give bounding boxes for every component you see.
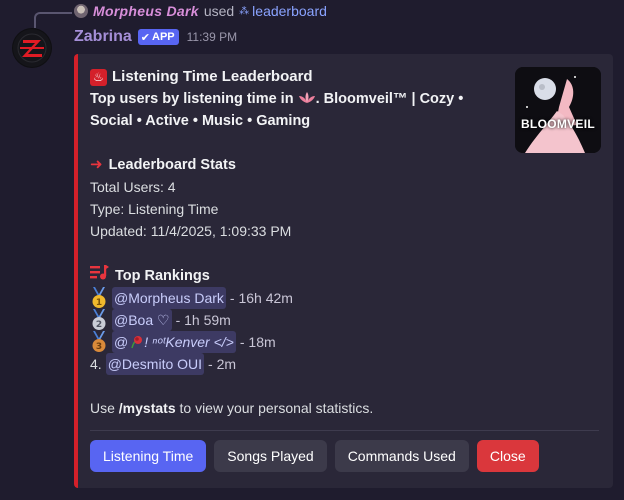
embed-title: ♨ Listening Time Leaderboard xyxy=(90,66,508,88)
embed-description: Top users by listening time in . Bloomve… xyxy=(90,88,508,132)
ranking-row-1: 1 @Morpheus Dark - 16h 42m xyxy=(90,287,508,309)
embed-divider xyxy=(90,430,599,431)
ranking-row-3: 3 @ ! ⁿᵒᵗKenver </> - 18m xyxy=(90,331,508,353)
music-list-icon xyxy=(90,264,109,287)
app-badge-label: APP xyxy=(152,31,175,43)
description-line2: Social • Active • Music • Gaming xyxy=(90,113,311,129)
bronze-medal-icon: 3 xyxy=(92,331,106,352)
gold-medal-icon: 1 xyxy=(92,287,106,308)
stat-updated: Updated: 11/4/2025, 1:09:33 PM xyxy=(90,223,292,239)
thumbnail-text: BLOOMVEIL xyxy=(520,117,596,131)
silver-medal-icon: 2 xyxy=(92,309,106,330)
reply-spine xyxy=(34,12,72,28)
embed-title-text: Listening Time Leaderboard xyxy=(112,68,313,85)
fire-icon: ♨ xyxy=(90,68,107,86)
user-mention[interactable]: @ ! ⁿᵒᵗKenver </> xyxy=(112,331,236,353)
rose-emoji-icon xyxy=(131,336,143,349)
listening-time: - 2m xyxy=(208,356,237,372)
stat-type: Type: Listening Time xyxy=(90,201,219,217)
listening-time-button[interactable]: Listening Time xyxy=(90,440,207,472)
server-name: . Bloomveil™ | Cozy • xyxy=(315,91,464,107)
medal-number: 2 xyxy=(96,320,102,330)
songs-played-button[interactable]: Songs Played xyxy=(214,440,327,472)
description-line1: Top users by listening time in xyxy=(90,91,294,107)
stats-heading-text: Leaderboard Stats xyxy=(108,157,236,173)
stats-heading: ➜ Leaderboard Stats xyxy=(90,154,508,176)
user-mention[interactable]: @Desmito OUI xyxy=(105,353,205,375)
bot-avatar[interactable] xyxy=(12,28,52,68)
arrow-right-icon: ➜ xyxy=(90,156,103,173)
check-icon: ✔ xyxy=(140,31,151,44)
reply-avatar[interactable] xyxy=(74,4,88,18)
reply-command-name: leaderboard xyxy=(252,3,327,19)
stat-total-users: Total Users: 4 xyxy=(90,179,176,195)
message-header: Zabrina ✔ APP 11:39 PM xyxy=(74,26,237,48)
listening-time: - 18m xyxy=(239,334,276,350)
footer-suffix: to view your personal statistics. xyxy=(175,400,374,416)
user-mention[interactable]: @Boa ♡ xyxy=(112,309,172,331)
user-mention[interactable]: @Morpheus Dark xyxy=(112,287,226,309)
embed-thumbnail[interactable]: BLOOMVEIL xyxy=(515,67,601,153)
reply-username[interactable]: Morpheus Dark xyxy=(93,3,199,19)
app-badge: ✔ APP xyxy=(137,29,179,45)
medal-number: 3 xyxy=(96,342,102,352)
commands-used-button[interactable]: Commands Used xyxy=(334,440,469,472)
leaderboard-embed: BLOOMVEIL ♨ Listening Time Leaderboard T… xyxy=(74,54,613,488)
footer-note: Use /mystats to view your personal stati… xyxy=(90,397,508,419)
medal-number: 1 xyxy=(96,298,102,308)
rank-number: 4. xyxy=(90,356,102,372)
listening-time: - 16h 42m xyxy=(229,290,293,306)
rankings-heading-text: Top Rankings xyxy=(115,267,210,284)
timestamp[interactable]: 11:39 PM xyxy=(187,30,237,44)
author-name[interactable]: Zabrina xyxy=(74,28,132,46)
footer-command: /mystats xyxy=(118,400,176,416)
reply-used-text: used xyxy=(203,3,235,19)
discord-message-view: Morpheus Dark used ⁂ leaderboard Zabrina… xyxy=(0,0,624,500)
footer-prefix: Use xyxy=(90,400,119,416)
lotus-icon xyxy=(298,92,315,103)
close-button[interactable]: Close xyxy=(476,440,539,472)
ranking-row-2: 2 @Boa ♡ - 1h 59m xyxy=(90,309,508,331)
slash-command-icon: ⁂ xyxy=(239,5,250,17)
ranking-row-4: 4. @Desmito OUI - 2m xyxy=(90,353,508,375)
embed-body: ♨ Listening Time Leaderboard Top users b… xyxy=(90,66,508,419)
button-row: Listening Time Songs Played Commands Use… xyxy=(90,440,539,472)
reply-context[interactable]: Morpheus Dark used ⁂ leaderboard xyxy=(74,2,327,20)
reply-command[interactable]: ⁂ leaderboard xyxy=(239,3,327,19)
listening-time: - 1h 59m xyxy=(175,312,231,328)
z-logo-icon xyxy=(13,29,51,67)
rankings-heading: Top Rankings xyxy=(90,264,508,287)
thumbnail-art xyxy=(515,67,601,153)
mention-name: ! ⁿᵒᵗKenver </> xyxy=(144,334,234,350)
mention-at: @ xyxy=(114,334,129,350)
